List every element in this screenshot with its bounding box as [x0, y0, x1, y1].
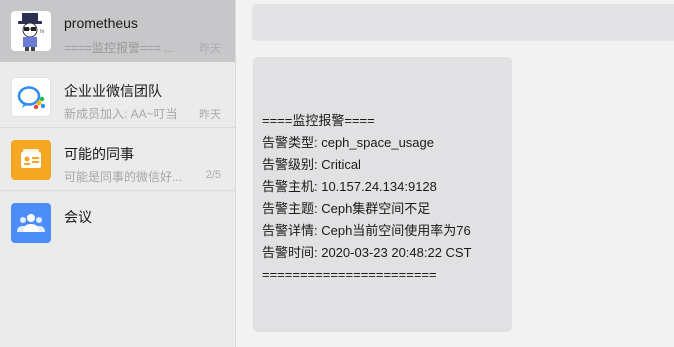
message-bubble[interactable]: ====监控报警==== 告警类型: ceph_space_usage 告警级别…	[253, 57, 512, 332]
conversation-title: prometheus	[64, 15, 138, 31]
conversation-title: 会议	[64, 209, 92, 225]
conversation-title: 企业业微信团队	[64, 83, 162, 99]
message-line: =======================	[262, 267, 437, 282]
wecom-window: hi prometheus ====监控报警=== ... 昨天 企业业微信团队…	[0, 0, 674, 347]
message-text: ====监控报警==== 告警类型: ceph_space_usage 告警级别…	[262, 110, 472, 286]
wecom-logo-icon	[11, 77, 51, 117]
message-line: 告警时间: 2020-03-23 20:48:22 CST	[262, 245, 472, 260]
conversation-item-possible-colleagues[interactable]: 可能的同事 可能是同事的微信好... 2/5	[0, 129, 235, 191]
conversation-item-meeting[interactable]: 会议	[0, 192, 235, 254]
conversation-item-wecom-team[interactable]: 企业业微信团队 新成员加入: AA~叮当 昨天	[0, 66, 235, 128]
conversation-preview: 新成员加入: AA~叮当	[64, 107, 178, 121]
conversation-preview: 可能是同事的微信好...	[64, 170, 183, 184]
chat-panel: ====监控报警==== 告警类型: ceph_space_usage 告警级别…	[236, 0, 674, 347]
message-line: ====监控报警====	[262, 113, 375, 128]
svg-text:hi: hi	[40, 29, 45, 35]
conversation-preview: ====监控报警=== ...	[64, 41, 175, 55]
chat-header-bubble	[252, 4, 674, 41]
meeting-people-icon	[11, 203, 51, 243]
conversation-list: hi prometheus ====监控报警=== ... 昨天 企业业微信团队…	[0, 0, 236, 347]
divider	[0, 190, 235, 191]
cartoon-person-avatar: hi	[11, 11, 51, 51]
message-line: 告警类型: ceph_space_usage	[262, 135, 434, 150]
conversation-time: 昨天	[199, 109, 221, 121]
message-line: 告警主题: Ceph集群空间不足	[262, 201, 431, 216]
conversation-title: 可能的同事	[64, 146, 134, 162]
contact-card-icon	[11, 140, 51, 180]
message-line: 告警主机: 10.157.24.134:9128	[262, 179, 437, 194]
conversation-time: 2/5	[205, 169, 221, 181]
message-line: 告警级别: Critical	[262, 157, 361, 172]
conversation-time: 昨天	[199, 43, 221, 55]
divider	[0, 127, 235, 128]
message-line: 告警详情: Ceph当前空间使用率为76	[262, 223, 471, 238]
conversation-item-prometheus[interactable]: hi prometheus ====监控报警=== ... 昨天	[0, 0, 235, 62]
